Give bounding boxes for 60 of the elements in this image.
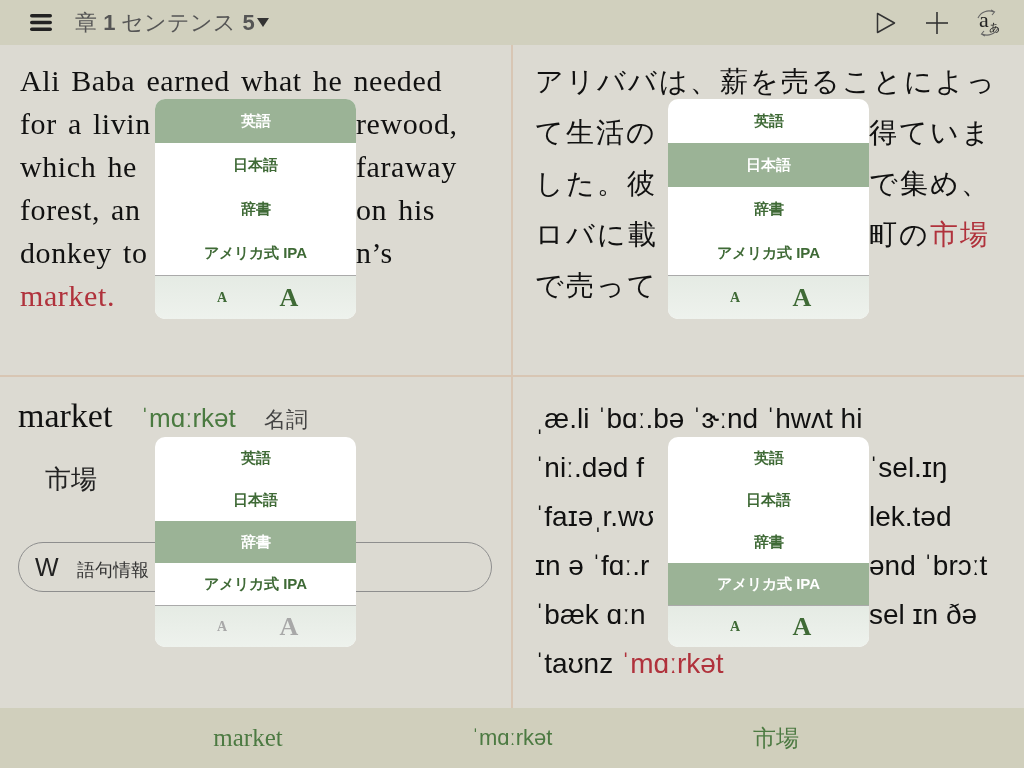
meaning-text: 市場: [753, 724, 799, 753]
phonetic-text: ˈsel.ɪŋ: [869, 452, 948, 483]
phonetic-text: ˈfaɪəˌr.wʊ: [535, 501, 655, 532]
japanese-text: した。彼: [535, 168, 657, 199]
meaning-text: 市場: [45, 465, 97, 495]
phonetic-text: lek.təd: [869, 501, 952, 532]
japanese-text: 町の: [869, 219, 930, 250]
language-option[interactable]: 日本語: [668, 479, 869, 521]
language-option[interactable]: 辞書: [668, 187, 869, 231]
english-text: which he: [20, 150, 137, 183]
japanese-text: で集め、: [869, 168, 991, 199]
font-size-button[interactable]: A: [715, 290, 755, 305]
chapter-sentence-dropdown[interactable]: 章 1 センテンス 5: [75, 9, 269, 36]
language-option[interactable]: 英語: [668, 99, 869, 143]
english-text: faraway: [356, 150, 457, 183]
language-option[interactable]: 英語: [155, 437, 356, 479]
language-option[interactable]: 辞書: [668, 521, 869, 563]
pronunciation-text: ˈmɑːrkət: [140, 404, 236, 432]
english-text: n’s: [356, 236, 393, 269]
font-size-button[interactable]: A: [782, 613, 822, 640]
japanese-text: で売って: [535, 270, 658, 301]
language-option[interactable]: アメリカ式 IPA: [155, 563, 356, 605]
play-icon[interactable]: [876, 11, 896, 34]
english-text: Ali Baba earned what he needed: [20, 64, 442, 97]
plus-icon[interactable]: [926, 11, 948, 34]
japanese-text: アリババは、薪を売ることによっ: [535, 66, 997, 97]
phonetic-text: ˈtaʊnz: [535, 648, 615, 679]
font-size-button[interactable]: A: [715, 619, 755, 634]
phonetic-text: ənd ˈbrɔːt: [869, 550, 988, 581]
japanese-text: て生活の: [535, 117, 657, 148]
english-text: forest, an: [20, 193, 141, 226]
headword-text: market: [18, 399, 113, 433]
phonetic-text: ˌæ.li ˈbɑː.bə ˈɝːnd ˈhwʌt hi: [535, 403, 863, 434]
language-option[interactable]: 英語: [668, 437, 869, 479]
language-option[interactable]: アメリカ式 IPA: [668, 231, 869, 275]
highlighted-word: ˈmɑːrkət: [620, 648, 724, 679]
english-text: rewood,: [356, 107, 458, 140]
language-option[interactable]: 日本語: [155, 479, 356, 521]
japanese-text: 得ていま: [869, 117, 992, 148]
phonetic-text: sel ɪn ðə: [869, 599, 978, 630]
part-of-speech-text: 名詞: [263, 408, 308, 432]
language-option[interactable]: 辞書: [155, 187, 356, 231]
english-text: on his: [356, 193, 436, 226]
phonetic-text: ɪn ə ˈfɑː.r: [535, 550, 650, 581]
menu-icon[interactable]: [30, 14, 52, 31]
english-text: donkey to: [20, 236, 148, 269]
caret-icon: [256, 18, 269, 27]
language-option[interactable]: アメリカ式 IPA: [155, 231, 356, 275]
japanese-text: ロバに載: [535, 219, 658, 250]
english-text: for a livin: [20, 107, 151, 140]
highlighted-word: market.: [20, 279, 115, 312]
phonetic-text: ˈniː.dəd f: [535, 452, 644, 483]
font-size-button[interactable]: A: [782, 284, 822, 311]
highlighted-word: 市場: [930, 219, 990, 250]
font-size-button[interactable]: A: [202, 290, 242, 305]
language-option[interactable]: 日本語: [155, 143, 356, 187]
pronunciation-text: ˈmɑːrkət: [471, 725, 553, 751]
word-text: market: [213, 724, 283, 752]
font-size-button[interactable]: A: [269, 284, 309, 311]
phonetic-text: ˈbæk ɑːn: [535, 599, 646, 630]
